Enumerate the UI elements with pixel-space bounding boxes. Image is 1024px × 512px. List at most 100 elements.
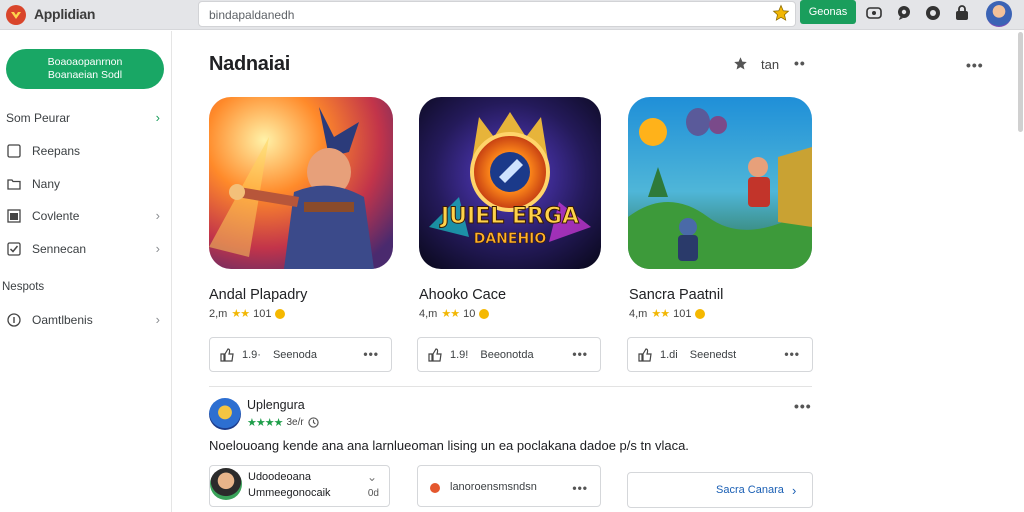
reply-author: Udoodeoana	[248, 471, 312, 483]
stars-icon: ★★★★	[247, 417, 283, 429]
card-action-label[interactable]: Seenoda	[273, 349, 317, 361]
check-icon	[6, 242, 22, 256]
search-input[interactable]: bindapaldanedh	[198, 1, 796, 27]
sidebar-item-label: Sennecan	[32, 242, 87, 256]
more-options-icon[interactable]: •••	[363, 347, 379, 361]
like-count: 1.9!	[450, 348, 469, 361]
game-thumbnail[interactable]	[209, 97, 393, 269]
new-button-line1: Boaoaopanrnon	[47, 56, 123, 68]
card-action-bar: 1.9· Seenoda •••	[209, 337, 392, 372]
review-time: 3e/r	[286, 417, 304, 428]
review-author[interactable]: Uplengura	[247, 398, 305, 412]
like-count: 1.di	[660, 348, 678, 361]
game-rating: 4,m ★★ 10	[419, 307, 490, 320]
new-item-button[interactable]: Boaoaopanrnon Boanaeian Sodl	[6, 49, 164, 89]
star-icon[interactable]	[733, 56, 748, 71]
avatar[interactable]	[209, 398, 241, 430]
game-rating: 4,m ★★ 101	[629, 307, 706, 320]
stars-icon: ★★	[651, 308, 670, 320]
sidebar-item-0[interactable]: Som Peurar ›	[6, 108, 164, 128]
thumbs-up-icon[interactable]	[220, 347, 234, 362]
clock-icon	[308, 417, 319, 428]
more-options-icon[interactable]: •••	[572, 481, 588, 495]
chevron-right-icon: ›	[155, 208, 160, 223]
game-art-subtitle: DANEHIO	[474, 231, 547, 247]
review-count: 10	[463, 307, 476, 320]
avatar	[210, 468, 242, 500]
lock-icon[interactable]	[954, 5, 970, 21]
sidebar-item-label: Som Peurar	[6, 111, 71, 125]
game-art-title: JUIEL ERGA	[439, 204, 579, 229]
chat-icon[interactable]	[896, 5, 912, 21]
more-options-icon[interactable]: ••	[794, 55, 806, 71]
review-count: 101	[673, 307, 692, 320]
coin-icon	[479, 308, 490, 319]
game-thumbnail[interactable]	[628, 97, 812, 269]
review-meta: ★★★★ 3e/r	[247, 416, 319, 429]
window-icon	[6, 209, 22, 223]
card-action-bar: 1.9! Beeonotda •••	[417, 337, 601, 372]
card-action-bar: 1.di Seenedst •••	[627, 337, 813, 372]
sidebar-item-label: Covlente	[32, 209, 80, 223]
game-title[interactable]: Andal Plapadry	[209, 287, 307, 303]
reply-card[interactable]: lanoroensmsndsn •••	[417, 465, 601, 507]
sidebar-item-label: Reepans	[32, 144, 81, 158]
user-avatar[interactable]	[986, 1, 1012, 27]
game-rating: 2,m ★★ 101	[209, 307, 286, 320]
game-title[interactable]: Ahooko Cace	[419, 287, 506, 303]
more-link[interactable]: Sacra Canara	[716, 484, 784, 496]
review-count: 101	[253, 307, 272, 320]
rating-value: 2,m	[209, 307, 228, 320]
rating-value: 4,m	[629, 307, 648, 320]
sidebar-section-label: Nespots	[2, 281, 45, 293]
sidebar-item-label: Oamtlbenis	[32, 313, 93, 327]
reply-card[interactable]: Udoodeoana Ummeegonocaik ⌄ 0d	[209, 465, 390, 507]
star-icon[interactable]	[772, 4, 790, 22]
reply-text: lanoroensmsndsn	[450, 481, 537, 493]
game-thumbnail[interactable]: JUIEL ERGA DANEHIO	[419, 97, 601, 269]
card-action-label[interactable]: Seenedst	[690, 349, 736, 361]
thumbs-up-icon[interactable]	[428, 347, 442, 362]
stars-icon: ★★	[441, 308, 460, 320]
top-bar: Applidian bindapaldanedh Geonas	[0, 0, 1024, 30]
coin-icon	[695, 308, 706, 319]
coin-icon	[275, 308, 286, 319]
page-title: Nadnaiai	[209, 53, 290, 75]
info-icon	[6, 313, 22, 327]
gamepad-icon[interactable]	[866, 5, 882, 21]
scrollbar[interactable]	[1018, 32, 1023, 132]
more-options-icon[interactable]: •••	[784, 347, 800, 361]
record-icon	[430, 483, 440, 493]
folder-icon	[6, 177, 22, 191]
games-button[interactable]: Geonas	[800, 0, 856, 24]
chevron-down-icon[interactable]: ⌄	[367, 470, 377, 484]
more-options-icon[interactable]: •••	[966, 57, 984, 73]
sidebar-section-item-0[interactable]: Oamtlbenis ›	[6, 310, 164, 330]
sidebar: Boaoaopanrnon Boanaeian Sodl Som Peurar …	[0, 31, 172, 512]
divider	[209, 386, 812, 387]
game-title[interactable]: Sancra Paatnil	[629, 287, 723, 303]
review-text: Noelouoang kende ana ana larnlueoman lis…	[209, 438, 689, 453]
sidebar-item-3[interactable]: Covlente ›	[6, 206, 164, 226]
card-action-label[interactable]: Beeonotda	[480, 349, 533, 361]
help-icon[interactable]	[925, 5, 941, 21]
reply-subtitle: Ummeegonocaik	[248, 487, 331, 499]
sidebar-item-2[interactable]: Nany	[6, 174, 164, 194]
search-value: bindapaldanedh	[209, 8, 295, 22]
rating-value: 4,m	[419, 307, 438, 320]
chevron-right-icon: ›	[155, 241, 160, 256]
sidebar-item-1[interactable]: Reepans	[6, 141, 164, 161]
more-options-icon[interactable]: •••	[794, 398, 812, 414]
app-name: Applidian	[34, 6, 96, 22]
chevron-right-icon: ›	[155, 312, 160, 327]
header-label[interactable]: tan	[761, 57, 779, 72]
stars-icon: ★★	[231, 308, 250, 320]
new-button-line2: Boanaeian Sodl	[47, 69, 123, 81]
sidebar-item-4[interactable]: Sennecan ›	[6, 239, 164, 259]
thumbs-up-icon[interactable]	[638, 347, 652, 362]
sidebar-item-label: Nany	[32, 177, 61, 191]
chevron-right-icon: ›	[792, 483, 797, 498]
reply-time: 0d	[367, 488, 379, 499]
app-logo-icon[interactable]	[6, 5, 26, 25]
more-options-icon[interactable]: •••	[572, 347, 588, 361]
